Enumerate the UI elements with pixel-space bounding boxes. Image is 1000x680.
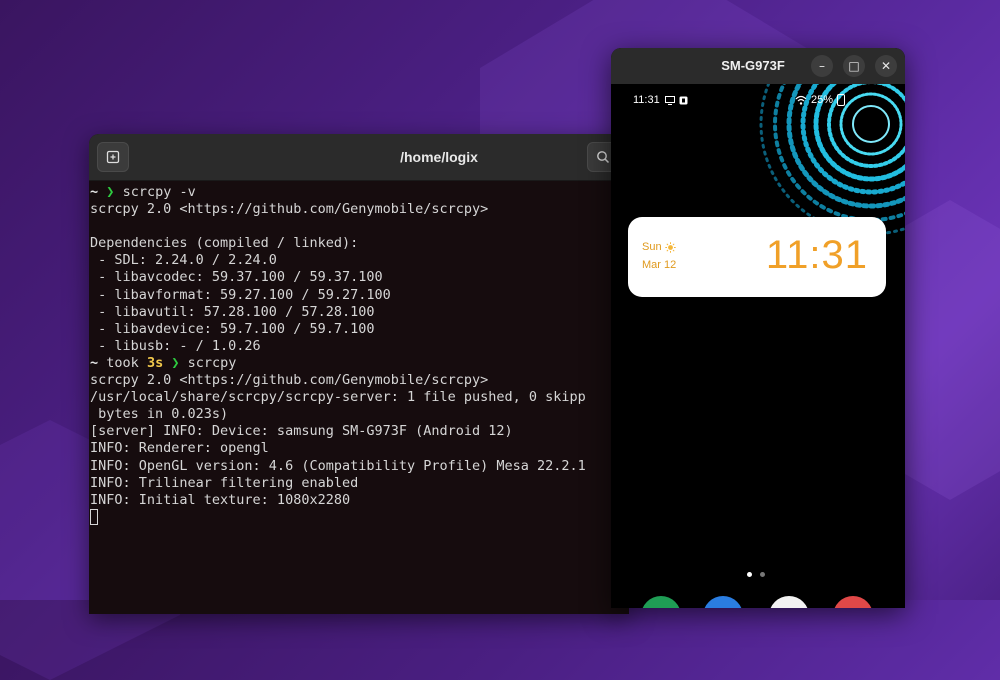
screen-cast-icon (665, 96, 675, 105)
search-icon (597, 151, 610, 164)
prompt-command: scrcpy (187, 354, 237, 371)
page-dot-active (747, 572, 752, 577)
terminal-prompt-line: ~ took 3s ❯ scrcpy (90, 355, 628, 372)
terminal-cursor-line (90, 508, 628, 526)
terminal-output-line: - libavcodec: 59.37.100 / 59.37.100 (90, 269, 383, 286)
status-bar: 11:31 25% (611, 94, 905, 110)
terminal-output-line: scrcpy 2.0 <https://github.com/Genymobil… (90, 372, 489, 389)
messages-app-icon[interactable] (703, 596, 743, 608)
terminal-output-line: - libavdevice: 59.7.100 / 59.7.100 (90, 320, 375, 337)
terminal-prompt-line: ~ ❯ scrcpy -v (90, 184, 628, 201)
notification-icons (665, 96, 688, 105)
terminal-cursor (90, 508, 98, 525)
widget-time: 11:31 (765, 233, 868, 277)
terminal-output-line: - libavformat: 59.27.100 / 59.27.100 (90, 286, 391, 303)
widget-date: Mar 12 (642, 259, 677, 271)
terminal-output[interactable]: ~ ❯ scrcpy -v scrcpy 2.0 <https://github.… (89, 181, 629, 526)
wifi-icon (795, 95, 807, 105)
browser-app-icon[interactable] (769, 596, 809, 608)
terminal-output-line: /usr/local/share/scrcpy/scrcpy-server: 1… (90, 389, 586, 406)
page-dot (760, 572, 765, 577)
terminal-output-line: bytes in 0.023s) (90, 406, 229, 423)
terminal-headerbar: /home/logix (89, 134, 629, 181)
terminal-output-line: scrcpy 2.0 <https://github.com/Genymobil… (90, 201, 489, 218)
prompt-cwd: ~ (90, 354, 99, 371)
scrcpy-headerbar: SM-G973F – □ ✕ (611, 48, 905, 84)
usb-debug-icon (679, 96, 688, 105)
terminal-output-line: - libusb: - / 1.0.26 (90, 337, 261, 354)
sun-icon (664, 241, 676, 253)
terminal-output-line: INFO: OpenGL version: 4.6 (Compatibility… (90, 457, 586, 474)
terminal-window[interactable]: /home/logix ~ ❯ scrcpy -v scrcpy 2.0 <htt… (89, 134, 629, 614)
terminal-output-line: - SDL: 2.24.0 / 2.24.0 (90, 252, 277, 269)
scrcpy-window[interactable]: SM-G973F – □ ✕ 11:31 25% Sun Mar 12 11:3… (611, 48, 905, 608)
clock-widget[interactable]: Sun Mar 12 11:31 (628, 217, 886, 297)
terminal-output-line: Dependencies (compiled / linked): (90, 235, 359, 252)
terminal-output-line: INFO: Trilinear filtering enabled (90, 474, 359, 491)
terminal-output-line: [server] INFO: Device: samsung SM-G973F … (90, 423, 513, 440)
prompt-command: scrcpy -v (122, 184, 196, 200)
prompt-cwd: ~ (90, 184, 99, 200)
phone-screen[interactable]: 11:31 25% Sun Mar 12 11:31 (611, 84, 905, 608)
prompt-arrow-icon: ❯ (106, 184, 115, 200)
terminal-output-line: INFO: Initial texture: 1080x2280 (90, 491, 351, 508)
status-time: 11:31 (633, 94, 660, 106)
maximize-button[interactable]: □ (843, 55, 865, 77)
close-button[interactable]: ✕ (875, 55, 897, 77)
camera-app-icon[interactable] (833, 596, 873, 608)
terminal-output-line: - libavutil: 57.28.100 / 57.28.100 (90, 303, 375, 320)
widget-day-label: Sun (642, 241, 662, 253)
terminal-output-line: INFO: Renderer: opengl (90, 440, 269, 457)
phone-app-icon[interactable] (641, 596, 681, 608)
prompt-arrow-icon: ❯ (171, 354, 180, 371)
widget-day: Sun (642, 241, 676, 253)
prompt-duration: 3s (146, 354, 164, 371)
terminal-title: /home/logix (400, 149, 478, 165)
prompt-took-label: took (106, 354, 139, 371)
battery-icon (837, 94, 846, 106)
minimize-button[interactable]: – (811, 55, 833, 77)
status-right-group: 25% (795, 94, 846, 106)
page-indicator (747, 572, 765, 577)
battery-percent: 25% (811, 94, 834, 106)
